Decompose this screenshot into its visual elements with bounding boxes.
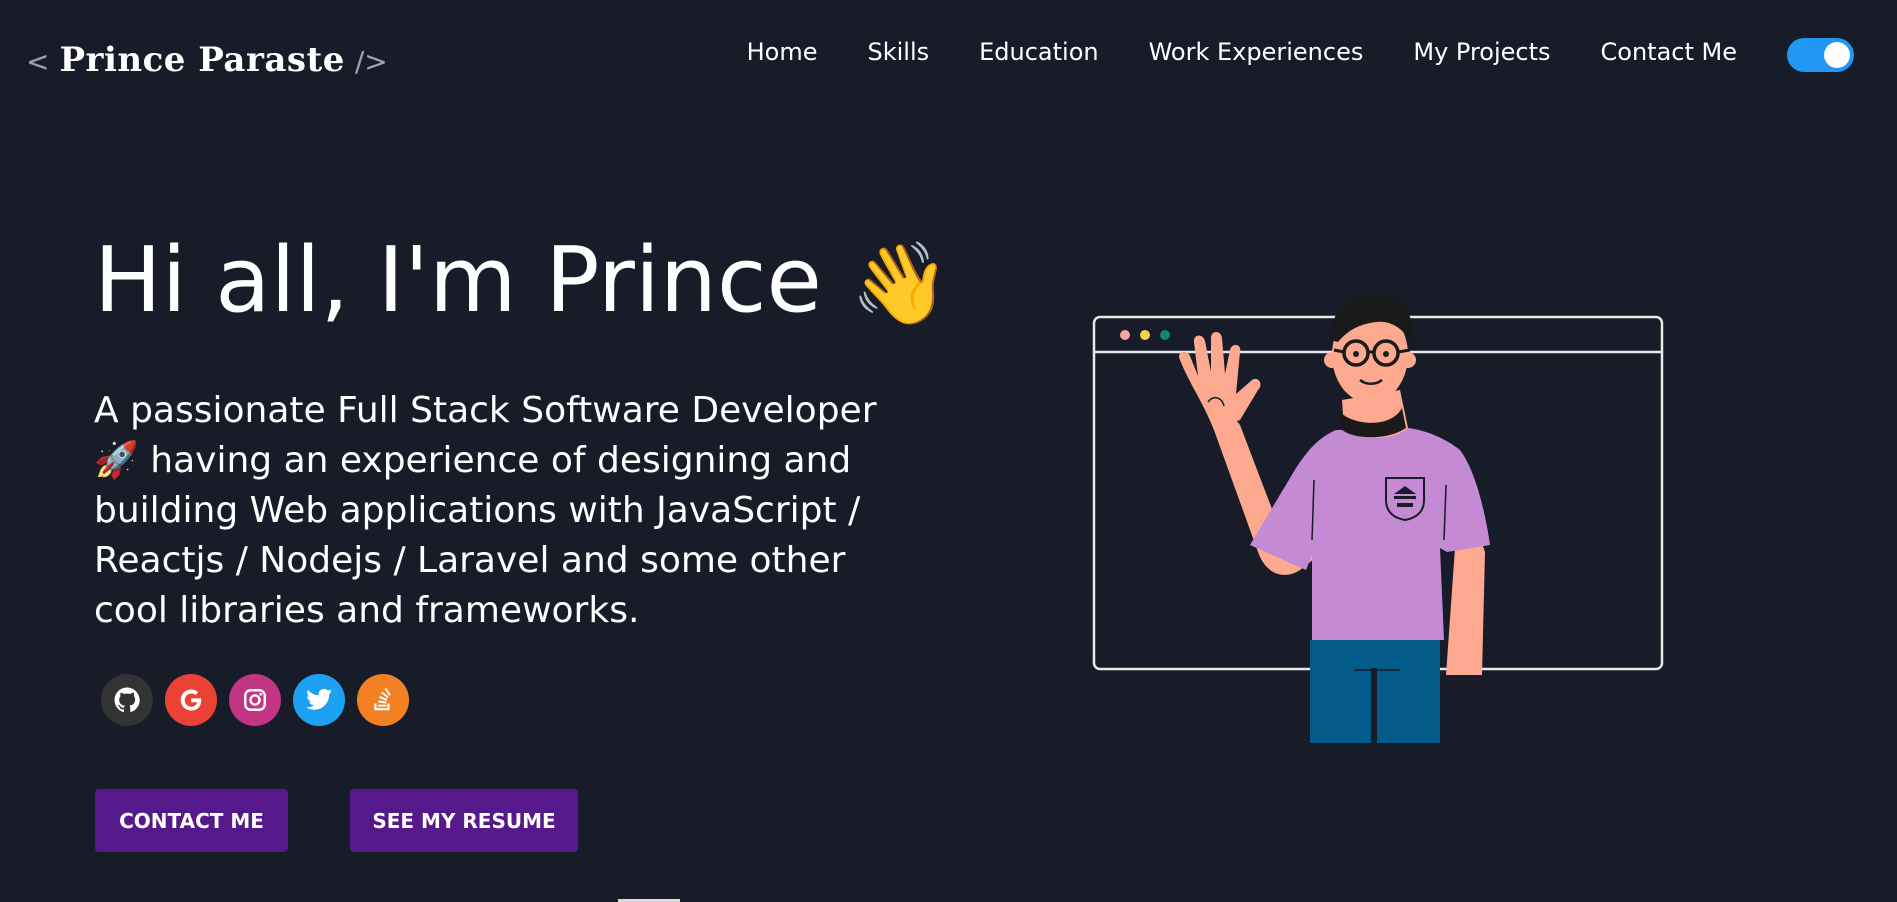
see-my-resume-button[interactable]: SEE MY RESUME [350, 789, 578, 852]
hero-title-text: Hi all, I'm Prince [94, 228, 822, 333]
twitter-icon[interactable] [293, 674, 345, 726]
site-logo[interactable]: < Prince Paraste /> [26, 40, 388, 80]
nav-work-experiences[interactable]: Work Experiences [1149, 38, 1364, 66]
window-dot-green [1160, 330, 1170, 340]
contact-me-button[interactable]: CONTACT ME [95, 789, 288, 852]
nav-skills[interactable]: Skills [867, 38, 929, 66]
developer-illustration [1092, 295, 1664, 743]
character-hand [1179, 332, 1261, 430]
portfolio-page: < Prince Paraste /> Home Skills Educatio… [0, 0, 1897, 902]
logo-open-bracket: < [26, 45, 50, 78]
main-nav: Home Skills Education Work Experiences M… [747, 38, 1737, 66]
waving-hand-icon: 👋 [850, 237, 951, 330]
logo-close-bracket: /> [354, 45, 388, 78]
nav-home[interactable]: Home [747, 38, 818, 66]
theme-toggle[interactable] [1787, 38, 1854, 72]
toggle-knob [1824, 42, 1850, 68]
window-dot-red [1120, 330, 1130, 340]
window-dot-yellow [1140, 330, 1150, 340]
hero-title: Hi all, I'm Prince 👋 [94, 226, 950, 339]
hero-subtitle: A passionate Full Stack Software Develop… [94, 390, 877, 631]
nav-my-projects[interactable]: My Projects [1413, 38, 1550, 66]
google-icon[interactable] [165, 674, 217, 726]
nav-education[interactable]: Education [979, 38, 1098, 66]
stackoverflow-icon[interactable] [357, 674, 409, 726]
logo-name: Prince Paraste [59, 40, 345, 80]
nav-contact-me[interactable]: Contact Me [1601, 38, 1737, 66]
instagram-icon[interactable] [229, 674, 281, 726]
github-icon[interactable] [101, 674, 153, 726]
social-links [101, 674, 409, 726]
